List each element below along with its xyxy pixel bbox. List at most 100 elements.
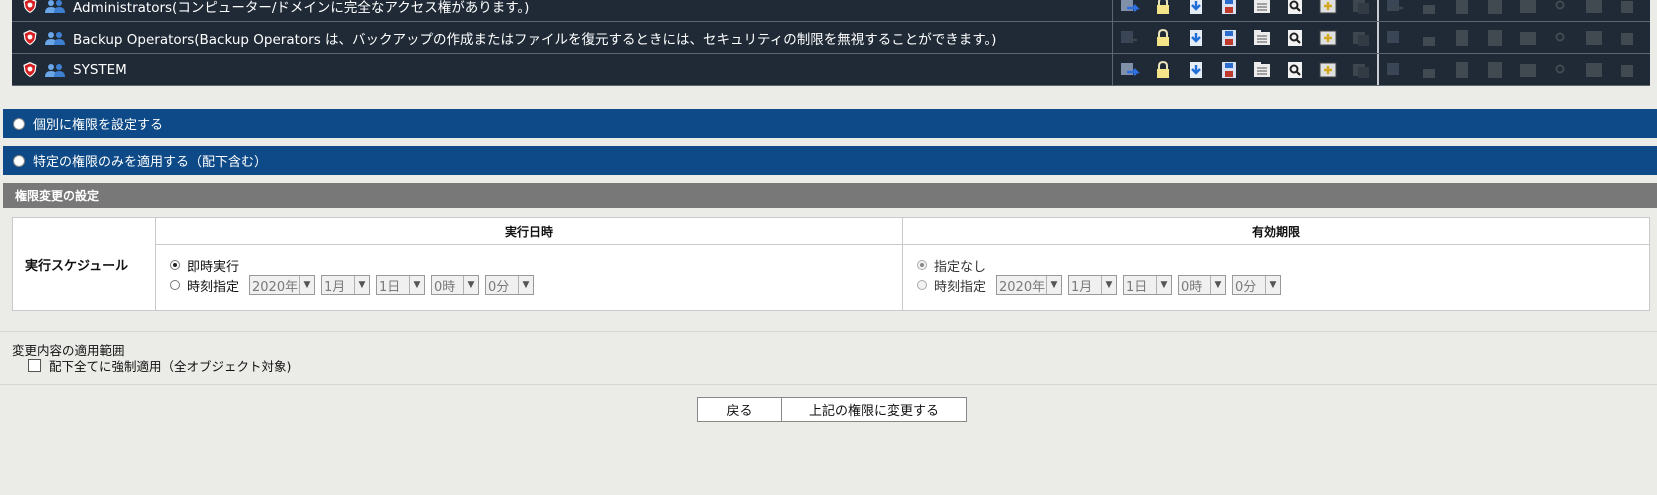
lock-icon	[1412, 54, 1445, 85]
shield-icon	[23, 0, 37, 13]
expiry-column: 有効期限 指定なし 時刻指定 2020年 ▼ 1月 ▼ 1日 ▼ 0時 ▼ 0分 ▼	[903, 218, 1649, 310]
lock-icon	[1412, 0, 1445, 21]
users-icon	[45, 0, 65, 13]
force-apply-label: 配下全てに強制適用（全オブジェクト対象)	[49, 359, 292, 374]
transfer-icon	[1379, 0, 1412, 21]
search-icon[interactable]	[1278, 0, 1311, 21]
search-icon	[1544, 54, 1577, 85]
chevron-down-icon: ▼	[463, 276, 478, 294]
expiry-year-select[interactable]: 2020年 ▼	[996, 275, 1063, 295]
apply-button[interactable]: 上記の権限に変更する	[782, 397, 967, 422]
save-icon[interactable]	[1212, 22, 1245, 53]
transfer-icon	[1379, 22, 1412, 53]
permission-row: Administrators(コンピューター/ドメインに完全なアクセス権がありま…	[12, 0, 1650, 22]
divider	[0, 384, 1657, 385]
permission-table: Administrators(コンピューター/ドメインに完全なアクセス権がありま…	[12, 0, 1650, 86]
expiry-hour-select[interactable]: 0時 ▼	[1178, 275, 1227, 295]
copy-icon	[1344, 54, 1377, 85]
expiry-specify-label: 時刻指定	[934, 279, 987, 295]
option-individual[interactable]: 個別に権限を設定する	[3, 109, 1657, 138]
force-apply-checkbox[interactable]	[28, 359, 41, 372]
force-apply-option[interactable]: 配下全てに強制適用（全オブジェクト対象)	[28, 356, 291, 375]
download-icon[interactable]	[1179, 54, 1212, 85]
chevron-down-icon: ▼	[409, 276, 424, 294]
chevron-down-icon: ▼	[518, 276, 533, 294]
users-icon	[45, 31, 65, 45]
exec-year-select[interactable]: 2020年 ▼	[249, 275, 316, 295]
folder-tree-icon	[1511, 22, 1544, 53]
expiry-month-select[interactable]: 1月 ▼	[1068, 275, 1118, 295]
search-icon	[1544, 22, 1577, 53]
divider	[0, 331, 1657, 332]
users-icon	[45, 63, 65, 77]
chevron-down-icon: ▼	[1046, 276, 1061, 294]
expiry-none-label: 指定なし	[934, 259, 987, 275]
expiry-day-select[interactable]: 1日 ▼	[1123, 275, 1173, 295]
transfer-icon[interactable]	[1113, 0, 1146, 21]
folder-tree-icon	[1511, 54, 1544, 85]
expiry-specify-radio[interactable]	[917, 280, 927, 290]
save-icon	[1478, 0, 1511, 21]
permission-icons-deny	[1377, 0, 1643, 21]
permission-name: SYSTEM	[12, 62, 1112, 78]
copy-icon	[1610, 54, 1643, 85]
save-icon[interactable]	[1212, 54, 1245, 85]
add-entry-icon	[1577, 0, 1610, 21]
save-icon	[1478, 54, 1511, 85]
folder-tree-icon	[1511, 0, 1544, 21]
chevron-down-icon: ▼	[1156, 276, 1171, 294]
chevron-down-icon: ▼	[354, 276, 369, 294]
exec-column: 実行日時 即時実行 時刻指定 2020年 ▼ 1月 ▼ 1日 ▼ 0時 ▼ 0分 ▼	[156, 218, 903, 310]
back-button[interactable]: 戻る	[697, 397, 782, 422]
permission-label: Administrators(コンピューター/ドメインに完全なアクセス権がありま…	[73, 0, 530, 16]
exec-immediate-label: 即時実行	[187, 259, 240, 275]
permission-icons-deny	[1377, 54, 1643, 85]
folder-tree-icon[interactable]	[1245, 0, 1278, 21]
permission-icons	[1112, 54, 1377, 85]
exec-minute-select[interactable]: 0分 ▼	[485, 275, 535, 295]
download-icon[interactable]	[1179, 0, 1212, 21]
save-icon[interactable]	[1212, 0, 1245, 21]
individual-radio[interactable]	[13, 117, 25, 130]
option-specific[interactable]: 特定の権限のみを適用する（配下含む）	[3, 146, 1657, 175]
download-icon	[1445, 22, 1478, 53]
permission-name: Backup Operators(Backup Operators は、バックア…	[12, 28, 1112, 48]
exec-immediate-radio[interactable]	[170, 260, 180, 270]
search-icon[interactable]	[1278, 54, 1311, 85]
transfer-icon[interactable]	[1113, 54, 1146, 85]
download-icon	[1445, 54, 1478, 85]
copy-icon	[1610, 0, 1643, 21]
chevron-down-icon: ▼	[1101, 276, 1116, 294]
download-icon[interactable]	[1179, 22, 1212, 53]
add-entry-icon[interactable]	[1311, 0, 1344, 21]
folder-tree-icon[interactable]	[1245, 22, 1278, 53]
exec-hour-select[interactable]: 0時 ▼	[431, 275, 480, 295]
exec-month-select[interactable]: 1月 ▼	[321, 275, 371, 295]
download-icon	[1445, 0, 1478, 21]
chevron-down-icon: ▼	[1210, 276, 1225, 294]
permission-icons	[1112, 0, 1377, 21]
transfer-icon	[1113, 22, 1146, 53]
add-entry-icon[interactable]	[1311, 22, 1344, 53]
permission-icons-deny	[1377, 22, 1643, 53]
specific-radio[interactable]	[13, 154, 25, 167]
save-icon	[1478, 22, 1511, 53]
lock-icon	[1412, 22, 1445, 53]
search-icon[interactable]	[1278, 22, 1311, 53]
expiry-none-radio[interactable]	[917, 260, 927, 270]
add-entry-icon	[1577, 22, 1610, 53]
lock-icon[interactable]	[1146, 0, 1179, 21]
section-title: 権限変更の設定	[15, 189, 100, 203]
add-entry-icon[interactable]	[1311, 54, 1344, 85]
expiry-minute-select[interactable]: 0分 ▼	[1232, 275, 1282, 295]
exec-specify-radio[interactable]	[170, 280, 180, 290]
option-specific-label: 特定の権限のみを適用する（配下含む）	[33, 155, 268, 170]
transfer-icon	[1379, 54, 1412, 85]
permission-label: Backup Operators(Backup Operators は、バックア…	[73, 31, 997, 48]
lock-icon[interactable]	[1146, 22, 1179, 53]
shield-icon	[23, 62, 37, 77]
lock-icon[interactable]	[1146, 54, 1179, 85]
permission-row: Backup Operators(Backup Operators は、バックア…	[12, 22, 1650, 54]
folder-tree-icon[interactable]	[1245, 54, 1278, 85]
exec-day-select[interactable]: 1日 ▼	[376, 275, 426, 295]
